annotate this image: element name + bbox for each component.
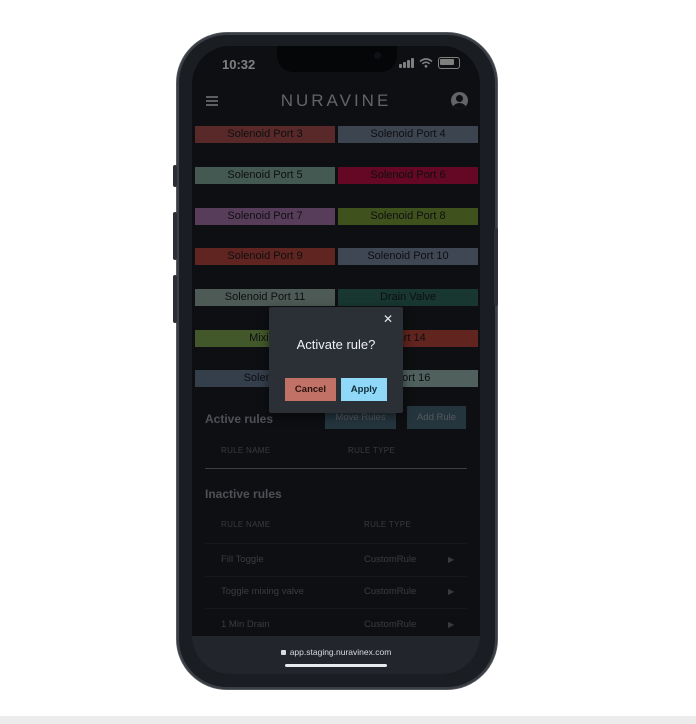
activate-rule-dialog: ✕ Activate rule? Cancel Apply bbox=[269, 307, 403, 413]
volume-down-button bbox=[173, 275, 177, 323]
power-button bbox=[494, 228, 498, 306]
home-indicator[interactable] bbox=[285, 664, 387, 667]
dialog-title: Activate rule? bbox=[296, 337, 376, 352]
close-icon[interactable]: ✕ bbox=[383, 312, 393, 326]
cancel-button[interactable]: Cancel bbox=[285, 378, 336, 401]
page-bottom-strip bbox=[0, 716, 696, 724]
volume-up-button bbox=[173, 212, 177, 260]
url-display: app.staging.nuravinex.com bbox=[192, 647, 480, 657]
mute-switch bbox=[173, 165, 177, 187]
browser-url-bar[interactable]: app.staging.nuravinex.com bbox=[192, 636, 480, 674]
phone-screen: 10:32 NURAVINE Solenoid Port 3 Solenoid … bbox=[192, 46, 480, 674]
apply-button[interactable]: Apply bbox=[341, 378, 387, 401]
lock-icon bbox=[280, 650, 286, 656]
url-text: app.staging.nuravinex.com bbox=[289, 647, 392, 657]
